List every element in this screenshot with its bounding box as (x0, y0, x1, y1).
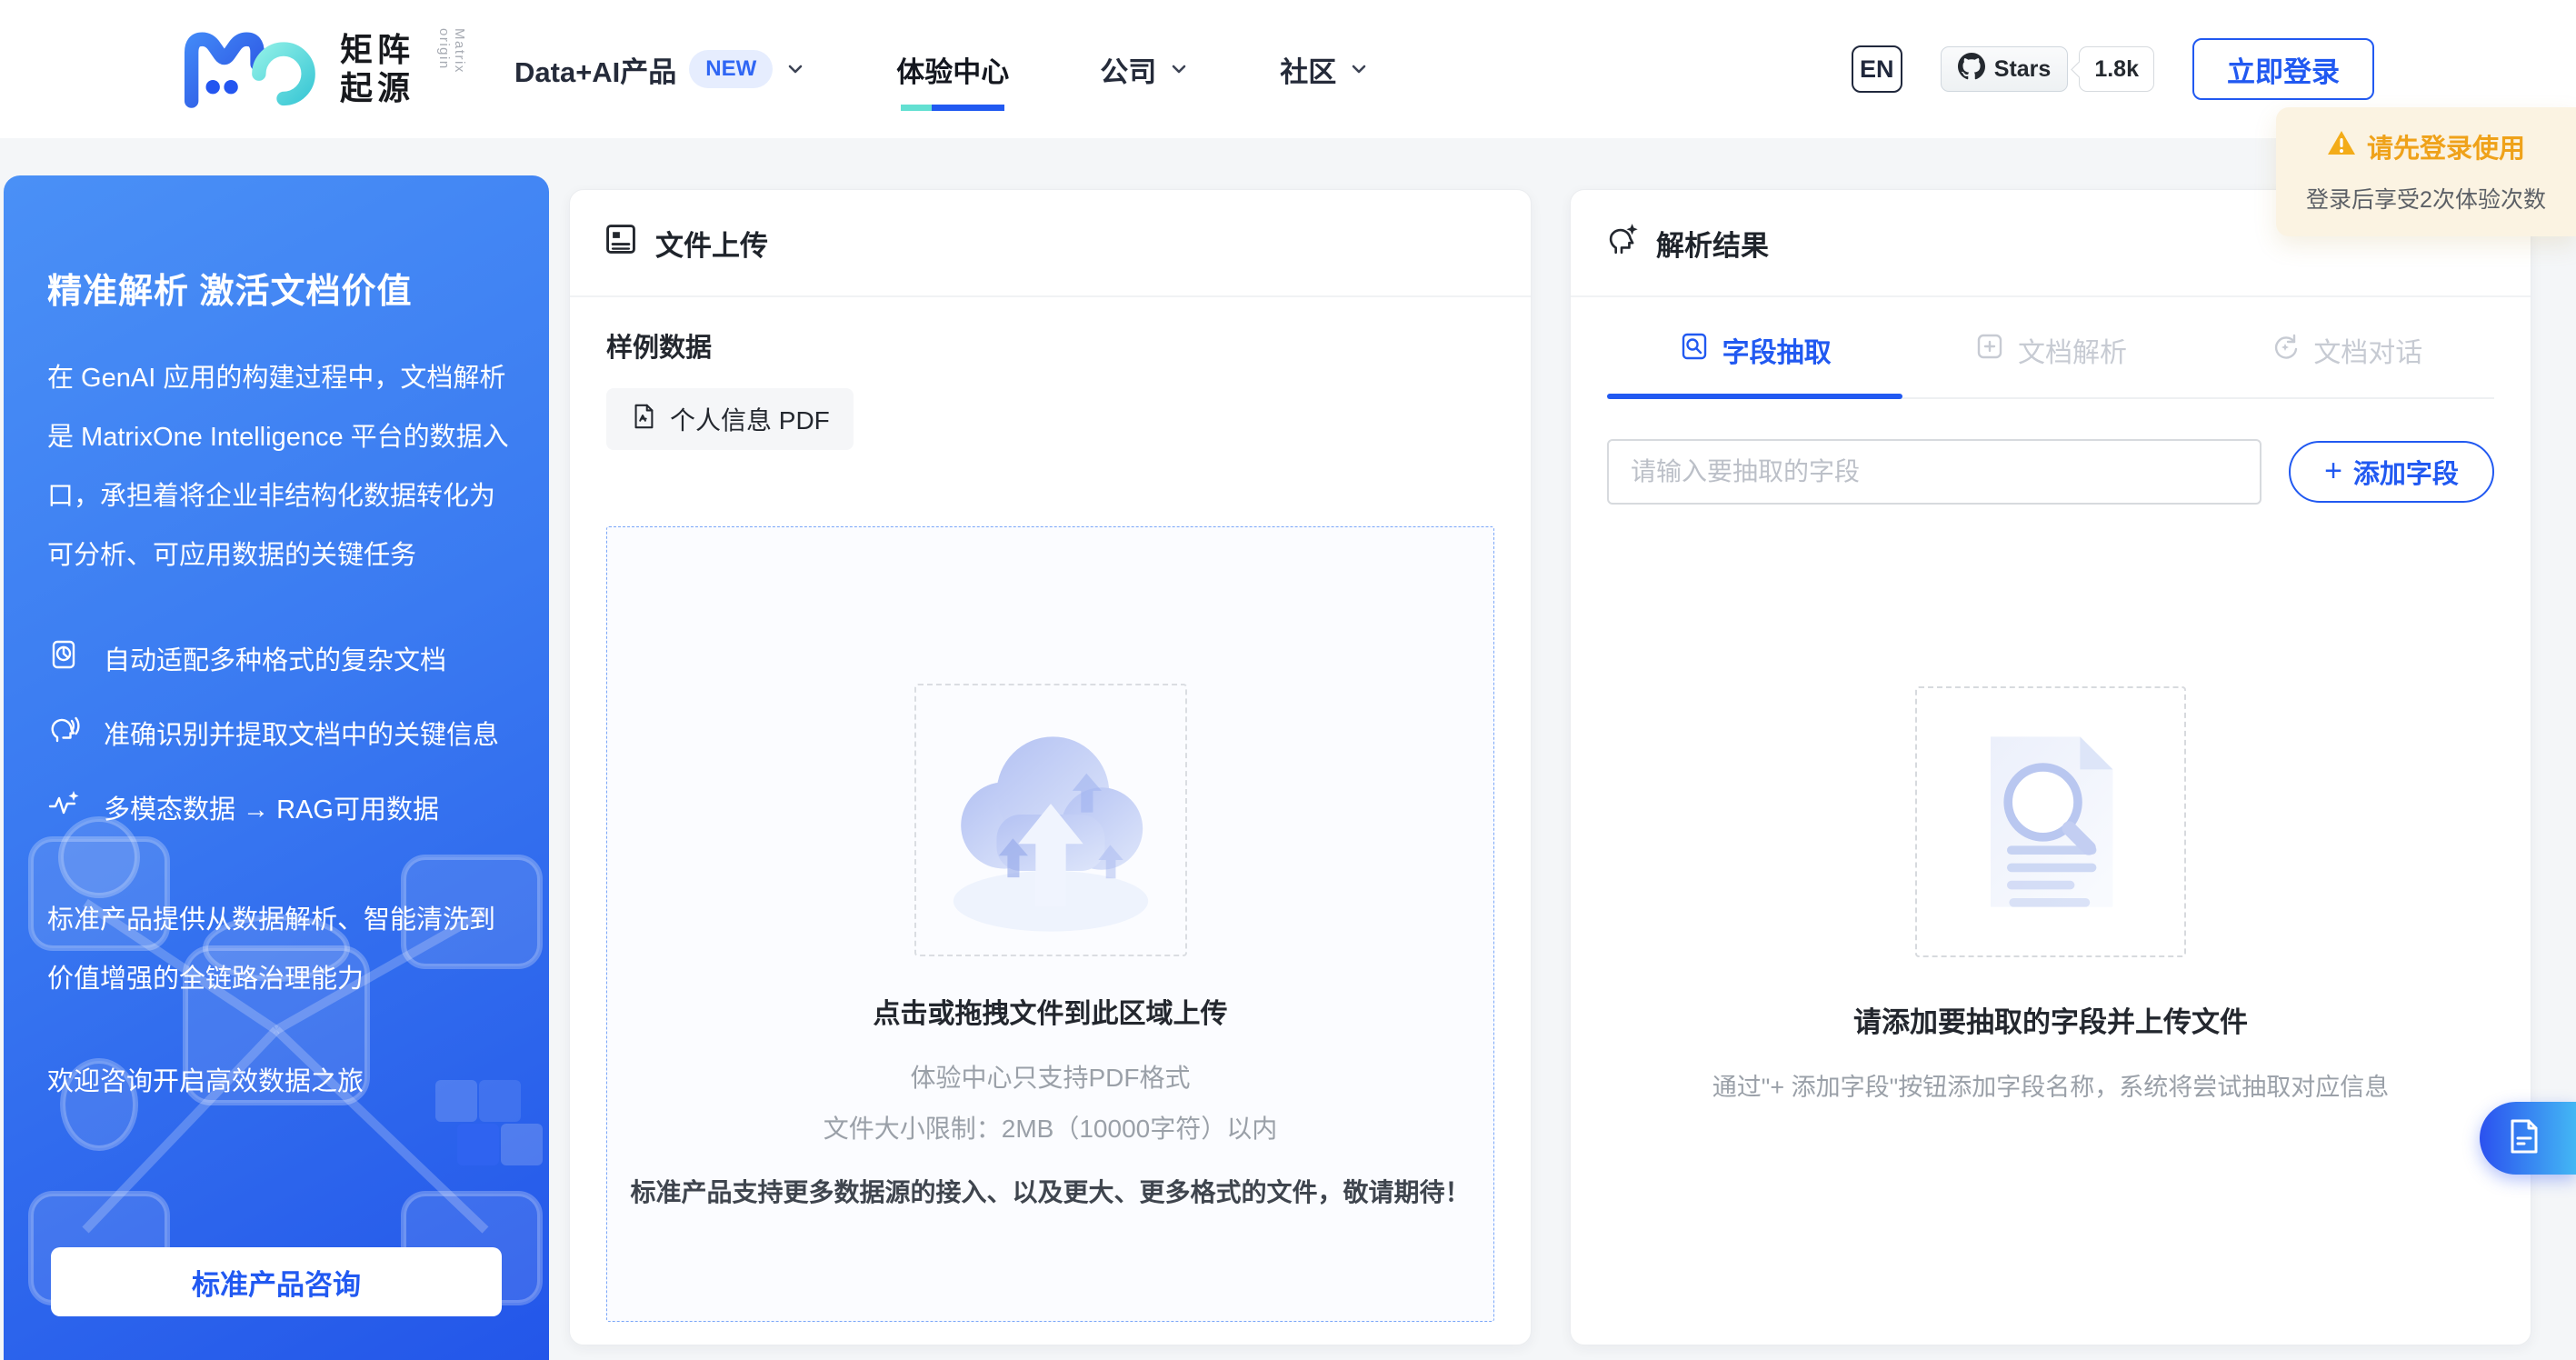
document-icon (2504, 1116, 2544, 1161)
file-upload-title: 文件上传 (655, 223, 768, 264)
toast-title: 请先登录使用 (2291, 127, 2561, 165)
nav-item-experience-center[interactable]: 体验中心 (896, 49, 1009, 90)
warning-icon (2327, 129, 2356, 164)
parse-result-card: 解析结果 字段抽取 文档解析 文档对话 (1570, 189, 2531, 1345)
github-stars-button[interactable]: Stars (1941, 46, 2069, 92)
field-name-input[interactable] (1607, 439, 2261, 505)
login-required-toast: 请先登录使用 登录后享受2次体验次数 (2276, 107, 2576, 236)
intro-content: 精准解析 激活文档价值 在 GenAI 应用的构建过程中，文档解析是 Matri… (4, 175, 549, 1098)
toast-subtitle: 登录后享受2次体验次数 (2291, 182, 2561, 215)
intro-panel: 精准解析 激活文档价值 在 GenAI 应用的构建过程中，文档解析是 Matri… (4, 175, 549, 1360)
file-form-icon (603, 221, 639, 265)
plus-icon: + (2324, 455, 2342, 486)
intro-paragraph-3: 欢迎咨询开启高效数据之旅 (47, 1060, 509, 1098)
chevron-down-icon (1169, 59, 1189, 79)
feature-item: 自动适配多种格式的复杂文档 (47, 638, 509, 678)
empty-illustration-frame (1915, 686, 2186, 957)
github-icon (1958, 53, 1985, 86)
github-star-count[interactable]: 1.8k (2079, 46, 2154, 92)
feedback-doc-float-button[interactable] (2480, 1102, 2576, 1175)
upload-cloud-icon (937, 706, 1164, 934)
upload-illustration-frame (914, 684, 1187, 956)
upload-dropzone[interactable]: 点击或拖拽文件到此区域上传 体验中心只支持PDF格式 文件大小限制：2MB（10… (606, 526, 1494, 1322)
doc-parse-icon (1974, 331, 2005, 369)
tab-document-chat[interactable]: 文档对话 (2199, 330, 2494, 397)
main-nav: Data+AI产品 NEW 体验中心 公司 社区 (514, 0, 1369, 138)
top-navbar: 矩阵 起源 Matrix origin Data+AI产品 NEW 体验中心 公… (0, 0, 2576, 138)
intro-description: 在 GenAI 应用的构建过程中，文档解析是 MatrixOne Intelli… (47, 349, 509, 585)
file-upload-header: 文件上传 (570, 190, 1531, 297)
empty-state: 请添加要抽取的字段并上传文件 通过"+ 添加字段"按钮添加字段名称，系统将尝试抽… (1571, 686, 2531, 1103)
feature-item: 准确识别并提取文档中的关键信息 (47, 713, 509, 753)
chevron-down-icon (785, 59, 805, 79)
active-nav-underline (901, 105, 1004, 111)
sample-file-chip[interactable]: 个人信息 PDF (606, 388, 854, 450)
doc-chat-icon (2270, 331, 2301, 369)
pulse-sparkle-icon (47, 787, 80, 827)
logo-en-text: Matrix origin (436, 28, 467, 110)
file-upload-body: 样例数据 个人信息 PDF (570, 297, 1531, 1322)
sample-data-label: 样例数据 (606, 326, 1494, 365)
head-sparkle-icon (1603, 221, 1640, 265)
doc-search-illustration (1942, 713, 2160, 931)
pdf-file-icon (630, 403, 657, 436)
nav-item-products[interactable]: Data+AI产品 NEW (514, 49, 805, 90)
intro-paragraph-2: 标准产品提供从数据解析、智能清洗到价值增强的全链路治理能力 (47, 891, 509, 1009)
feature-item: 多模态数据 → RAG可用数据 (47, 787, 509, 827)
dropzone-main-text: 点击或拖拽文件到此区域上传 (607, 991, 1493, 1031)
dropzone-coming-soon-text: 标准产品支持更多数据源的接入、以及更大、更多格式的文件，敬请期待！ (607, 1173, 1493, 1209)
standard-product-consult-button[interactable]: 标准产品咨询 (51, 1247, 502, 1316)
logo[interactable]: 矩阵 起源 Matrix origin (180, 22, 467, 116)
document-chart-icon (47, 638, 80, 678)
tab-field-extraction[interactable]: 字段抽取 (1607, 330, 1902, 397)
field-input-row: + 添加字段 (1607, 439, 2494, 505)
dropzone-size-hint: 文件大小限制：2MB（10000字符）以内 (607, 1109, 1493, 1145)
logo-mark-icon (180, 20, 318, 119)
empty-state-title: 请添加要抽取的字段并上传文件 (1571, 999, 2531, 1040)
add-field-button[interactable]: + 添加字段 (2289, 441, 2494, 503)
nav-item-company[interactable]: 公司 (1100, 49, 1189, 90)
logo-cn-text: 矩阵 起源 (340, 31, 414, 107)
file-upload-card: 文件上传 样例数据 个人信息 PDF (569, 189, 1532, 1345)
github-stars-widget: Stars 1.8k (1941, 46, 2154, 92)
intro-heading: 精准解析 激活文档价值 (47, 263, 509, 313)
nav-item-community[interactable]: 社区 (1280, 49, 1369, 90)
feature-list: 自动适配多种格式的复杂文档 准确识别并提取文档中的关键信息 (47, 638, 509, 827)
result-tabs: 字段抽取 文档解析 文档对话 (1607, 330, 2494, 399)
speech-recognition-icon (47, 713, 80, 753)
login-button[interactable]: 立即登录 (2192, 38, 2374, 100)
language-toggle-button[interactable]: EN (1852, 45, 1902, 93)
parse-result-title: 解析结果 (1656, 223, 1769, 264)
tab-document-parse[interactable]: 文档解析 (1902, 330, 2198, 397)
dropzone-format-hint: 体验中心只支持PDF格式 (607, 1058, 1493, 1095)
empty-state-subtitle: 通过"+ 添加字段"按钮添加字段名称，系统将尝试抽取对应信息 (1571, 1067, 2531, 1103)
chevron-down-icon (1349, 59, 1369, 79)
field-extract-icon (1679, 331, 1710, 369)
new-badge: NEW (689, 50, 773, 88)
